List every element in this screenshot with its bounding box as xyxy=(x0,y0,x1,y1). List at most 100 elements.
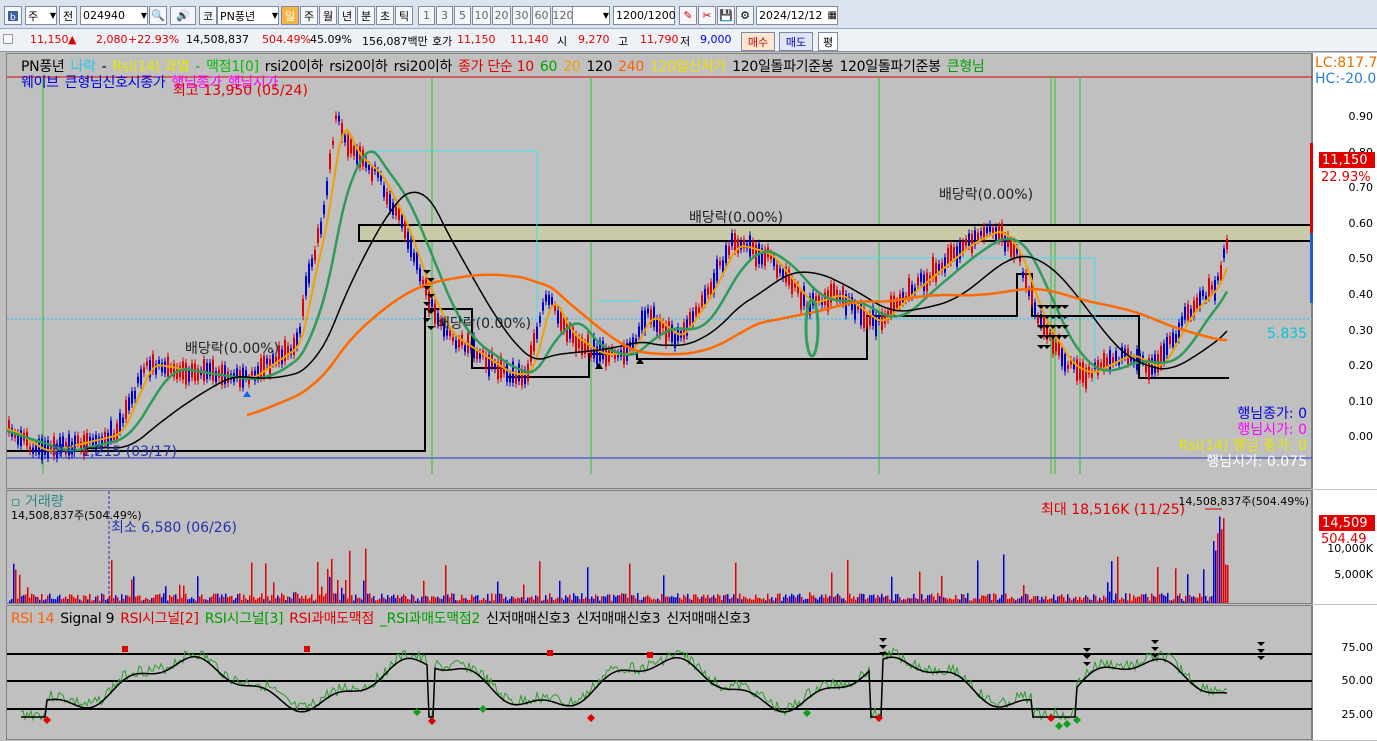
legend-item-13[interactable]: 240 xyxy=(618,59,644,75)
volume-tag: 14,509 xyxy=(1319,515,1375,531)
volume-panel[interactable]: ▫ 거래량 14,508,837주(504.49%) 최소 6,580 (06/… xyxy=(6,490,1312,605)
search-icon[interactable]: 🔍 xyxy=(149,6,167,25)
period-tab-3[interactable]: 년 xyxy=(338,6,356,25)
volume-min-label: 최소 6,580 (06/26) xyxy=(111,520,238,536)
speaker-icon[interactable]: 🔊 xyxy=(170,6,196,25)
volume-bar xyxy=(985,596,987,603)
market-button[interactable]: 코 xyxy=(199,6,217,25)
stock-code-input[interactable]: 024940 ▼ xyxy=(80,6,148,25)
gear-icon[interactable]: ⚙ xyxy=(736,6,754,25)
sell-button[interactable]: 매도 xyxy=(779,32,813,51)
save-icon[interactable]: 💾 xyxy=(717,6,735,25)
volume-bar xyxy=(49,593,51,603)
volume-bar xyxy=(103,594,105,603)
volume-bar xyxy=(243,594,245,603)
legend-item-7[interactable]: rsi20이하 xyxy=(329,59,388,75)
interval-tab-5[interactable]: 30 xyxy=(512,6,531,25)
prev-button[interactable]: 전 xyxy=(59,6,77,25)
period-tab-4[interactable]: 분 xyxy=(357,6,375,25)
logo-icon[interactable]: b xyxy=(4,6,22,25)
legend-item-1[interactable]: 큰형님신호시종가 xyxy=(65,75,166,91)
legend-item-0[interactable]: RSI 14 xyxy=(11,611,55,627)
interval-input[interactable]: ▼ xyxy=(572,6,610,25)
legend-item-14[interactable]: 120일신저가 xyxy=(650,59,726,75)
candle-body xyxy=(395,207,397,216)
rsi-oversold-dot2-1 xyxy=(479,705,487,713)
legend-item-3[interactable]: RSI시그널[3] xyxy=(205,611,284,627)
volume-bar xyxy=(181,597,183,603)
volume-bar xyxy=(1123,599,1125,603)
volume-bar xyxy=(341,587,343,603)
interval-tab-3[interactable]: 10 xyxy=(472,6,491,25)
volume-bar xyxy=(759,597,761,603)
legend-item-0[interactable]: 웨이브 xyxy=(21,75,59,91)
period-tab-1[interactable]: 주 xyxy=(300,6,318,25)
draw-tool-icon[interactable]: ✂ xyxy=(698,6,716,25)
chart-tool-icon[interactable]: ✎ xyxy=(679,6,697,25)
legend-item-10[interactable]: 60 xyxy=(540,59,558,75)
interval-tab-4[interactable]: 20 xyxy=(492,6,511,25)
candle-body xyxy=(476,351,478,360)
period-type-select[interactable]: 주 ▼ xyxy=(25,6,57,25)
volume-bar xyxy=(853,596,855,603)
candle-body xyxy=(932,256,934,279)
legend-item-4[interactable]: RSI과매도맥점 xyxy=(289,611,374,627)
info-line-3: Rsi(14) 행님 종가: 0 xyxy=(1178,438,1307,454)
legend-item-5[interactable]: _RSI과매도맥점2 xyxy=(380,611,480,627)
volume-bar xyxy=(1103,595,1105,603)
rsi-overbought-mark-3 xyxy=(647,652,653,658)
count-field[interactable]: 1200/1200 xyxy=(613,6,676,25)
volume-bar xyxy=(1001,594,1003,603)
legend-item-8[interactable]: 신저매매신호3 xyxy=(666,611,750,627)
range-bar-down xyxy=(1310,233,1313,303)
candle-body xyxy=(515,374,517,384)
legend-item-11[interactable]: 20 xyxy=(563,59,581,75)
legend-item-1[interactable]: Signal 9 xyxy=(60,611,114,627)
legend-item-17[interactable]: 큰형님 xyxy=(947,59,985,75)
legend-item-15[interactable]: 120일돌파기준봉 xyxy=(732,59,834,75)
volume-bar xyxy=(393,594,395,603)
volume-bar xyxy=(1175,568,1177,603)
volume-bar xyxy=(527,597,529,603)
interval-tab-0[interactable]: 1 xyxy=(418,6,435,25)
row-marker xyxy=(3,34,13,44)
volume-bar xyxy=(1011,596,1013,603)
candle-body xyxy=(434,303,436,324)
date-input[interactable]: 2024/12/12 ▦ xyxy=(756,6,838,25)
chevron-down-icon: ▼ xyxy=(271,11,278,20)
period-tab-2[interactable]: 월 xyxy=(319,6,337,25)
interval-tab-2[interactable]: 5 xyxy=(454,6,471,25)
period-tab-6[interactable]: 틱 xyxy=(395,6,413,25)
legend-item-9[interactable]: 종가 단순 10 xyxy=(458,59,534,75)
candle-body xyxy=(419,268,421,282)
eval-button[interactable]: 평 xyxy=(818,32,838,51)
candle-body xyxy=(944,257,946,273)
interval-tab-1[interactable]: 3 xyxy=(436,6,453,25)
volume-bar xyxy=(705,597,707,603)
amount-value: 156,087백만 xyxy=(362,35,428,48)
buy-button[interactable]: 매수 xyxy=(741,32,775,51)
rsi-panel[interactable]: RSI 14 Signal 9 RSI시그널[2] RSI시그널[3] RSI과매도맥점… xyxy=(6,605,1313,740)
period-tab-5[interactable]: 초 xyxy=(376,6,394,25)
stock-code-value: 024940 xyxy=(83,9,125,22)
candle-body xyxy=(1196,297,1198,308)
legend-item-6[interactable]: 신저매매신호3 xyxy=(486,611,570,627)
interval-tab-7[interactable]: 120 xyxy=(552,6,574,25)
volume-bar xyxy=(137,595,139,603)
price-chart-panel[interactable]: PN풍년 나락 - Rsi(14) 과열 - 맥점1[0] rsi20이하 rsi20이하 rs… xyxy=(6,53,1313,489)
legend-item-8[interactable]: rsi20이하 xyxy=(394,59,453,75)
volume-bar xyxy=(821,594,823,603)
stock-name-field[interactable]: PN풍년 ▼ xyxy=(217,6,279,25)
period-tab-0[interactable]: 일 xyxy=(281,6,299,25)
candle-body xyxy=(317,227,319,244)
interval-tab-6[interactable]: 60 xyxy=(532,6,551,25)
legend-item-2[interactable]: RSI시그널[2] xyxy=(120,611,199,627)
legend-item-16[interactable]: 120일돌파기준봉 xyxy=(839,59,941,75)
volume-bar xyxy=(749,598,751,603)
volume-bar xyxy=(1075,596,1077,603)
volume-bar xyxy=(745,597,747,603)
volume-bar xyxy=(361,599,363,603)
legend-item-12[interactable]: 120 xyxy=(586,59,612,75)
candle-body xyxy=(707,287,709,295)
legend-item-7[interactable]: 신저매매신호3 xyxy=(576,611,660,627)
